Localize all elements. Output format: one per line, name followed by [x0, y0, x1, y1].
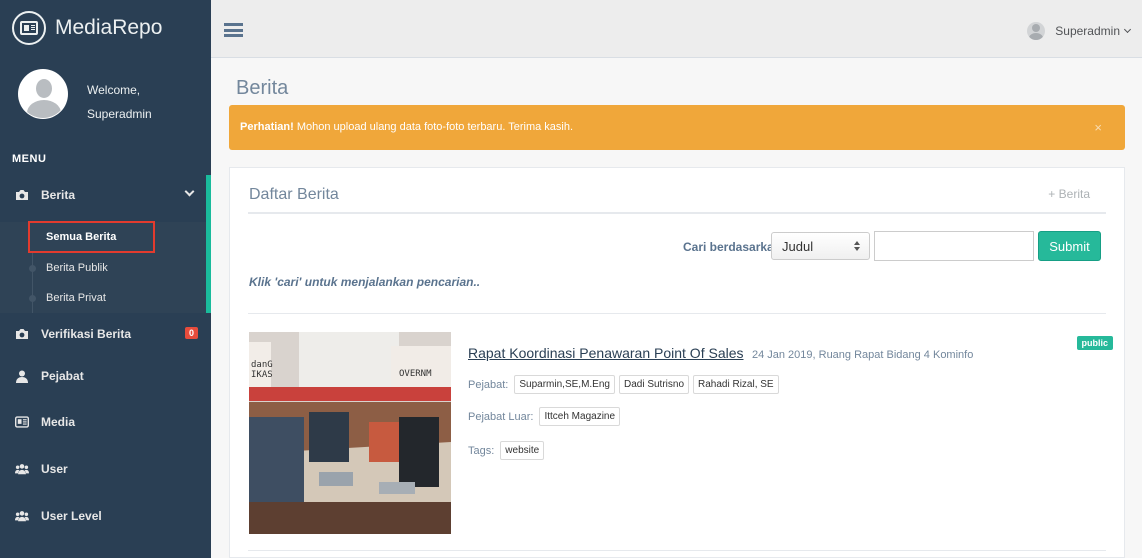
sidebar-item-berita[interactable]: Berita: [0, 175, 211, 215]
sidebar-item-pejabat[interactable]: Pejabat: [0, 356, 211, 396]
chevron-down-icon: [184, 186, 195, 197]
newspaper-icon: [15, 415, 29, 429]
pejabat-luar-label: Pejabat Luar:: [468, 410, 534, 423]
sidebar-item-verifikasi-berita[interactable]: Verifikasi Berita 0: [0, 314, 211, 354]
sidebar-item-user[interactable]: User: [0, 449, 211, 489]
profile-name: Superadmin: [87, 107, 152, 121]
tags-label: Tags:: [468, 444, 495, 457]
menu-toggle-icon[interactable]: [224, 23, 243, 37]
search-field-select[interactable]: Judul: [771, 232, 870, 260]
highlight-box: [28, 221, 155, 253]
search-label: Cari berdasarkan: [683, 240, 782, 254]
brand[interactable]: MediaRepo: [0, 0, 211, 55]
pejabat-label: Pejabat:: [468, 378, 509, 391]
count-badge: 0: [184, 327, 198, 339]
news-panel: Daftar Berita + Berita Cari berdasarkan …: [229, 167, 1125, 558]
users-icon: [15, 509, 29, 523]
users-icon: [15, 462, 29, 476]
photo-text-left: danG IKAS: [251, 360, 273, 380]
warning-alert: Perhatian! Mohon upload ulang data foto-…: [229, 105, 1125, 150]
sidebar-item-label: Pejabat: [41, 369, 84, 383]
sidebar-item-label: Berita: [41, 188, 76, 202]
panel-title: Daftar Berita: [249, 186, 339, 203]
tags-row: Tags: website: [468, 441, 545, 460]
user-icon: [15, 369, 29, 383]
avatar: [1027, 22, 1046, 40]
divider: [248, 550, 1106, 551]
submenu-item-berita-publik[interactable]: Berita Publik: [0, 253, 206, 283]
sidebar: MediaRepo Welcome, Superadmin MENU Berit…: [0, 0, 211, 558]
divider: [248, 313, 1106, 314]
photo-text-right: OVERNM: [399, 369, 432, 379]
sidebar-item-label: Media: [41, 415, 76, 429]
welcome-text: Welcome,: [87, 83, 141, 97]
alert-text: Mohon upload ulang data foto-foto terbar…: [293, 121, 574, 133]
tag: website: [500, 441, 545, 460]
search-input[interactable]: [874, 231, 1034, 261]
sidebar-item-user-level[interactable]: User Level: [0, 496, 211, 536]
news-thumbnail[interactable]: danG IKAS OVERNM: [249, 332, 451, 534]
pejabat-tag: Suparmin,SE,M.Eng: [514, 375, 615, 394]
submit-button[interactable]: Submit: [1038, 231, 1101, 261]
news-title-row: Rapat Koordinasi Penawaran Point Of Sale…: [468, 345, 973, 363]
close-icon[interactable]: ×: [1094, 120, 1102, 135]
sidebar-item-label: User Level: [41, 509, 102, 523]
bullet-icon: [29, 265, 36, 272]
submenu-item-berita-privat[interactable]: Berita Privat: [0, 283, 206, 313]
sidebar-item-label: Verifikasi Berita: [41, 327, 132, 341]
top-nav: Superadmin: [211, 0, 1142, 58]
submenu-item-label: Berita Publik: [46, 262, 108, 274]
pejabat-tag: Dadi Sutrisno: [618, 375, 690, 394]
visibility-badge: public: [1076, 336, 1113, 350]
menu-title: MENU: [12, 153, 47, 165]
sidebar-item-media[interactable]: Media: [0, 402, 211, 442]
select-arrows-icon: [854, 241, 860, 252]
add-berita-link[interactable]: + Berita: [1048, 187, 1090, 201]
sidebar-item-label: User: [41, 462, 68, 476]
newspaper-icon: [12, 10, 46, 45]
camera-icon: [15, 327, 29, 341]
divider: [248, 212, 1106, 214]
pejabat-tag: Rahadi Rizal, SE: [693, 375, 779, 394]
pejabat-luar-tag: Ittceh Magazine: [539, 407, 621, 426]
chevron-down-icon: [1123, 25, 1132, 34]
news-title-link[interactable]: Rapat Koordinasi Penawaran Point Of Sale…: [468, 345, 744, 361]
user-menu-name: Superadmin: [1055, 24, 1120, 38]
search-select-value: Judul: [782, 239, 814, 254]
search-hint: Klik 'cari' untuk menjalankan pencarian.…: [249, 275, 481, 289]
pejabat-luar-row: Pejabat Luar: Ittceh Magazine: [468, 407, 621, 426]
submenu-item-label: Berita Privat: [46, 292, 106, 304]
user-menu[interactable]: Superadmin: [1027, 22, 1132, 40]
pejabat-row: Pejabat: Suparmin,SE,M.Eng Dadi Sutrisno…: [468, 375, 779, 394]
app-title: MediaRepo: [55, 15, 163, 39]
profile: Welcome, Superadmin: [0, 55, 211, 145]
camera-icon: [15, 188, 29, 202]
page-title: Berita: [236, 77, 289, 99]
avatar: [18, 69, 68, 119]
news-meta: 24 Jan 2019, Ruang Rapat Bidang 4 Kominf…: [751, 349, 974, 361]
bullet-icon: [29, 295, 36, 302]
alert-strong: Perhatian!: [240, 121, 294, 133]
